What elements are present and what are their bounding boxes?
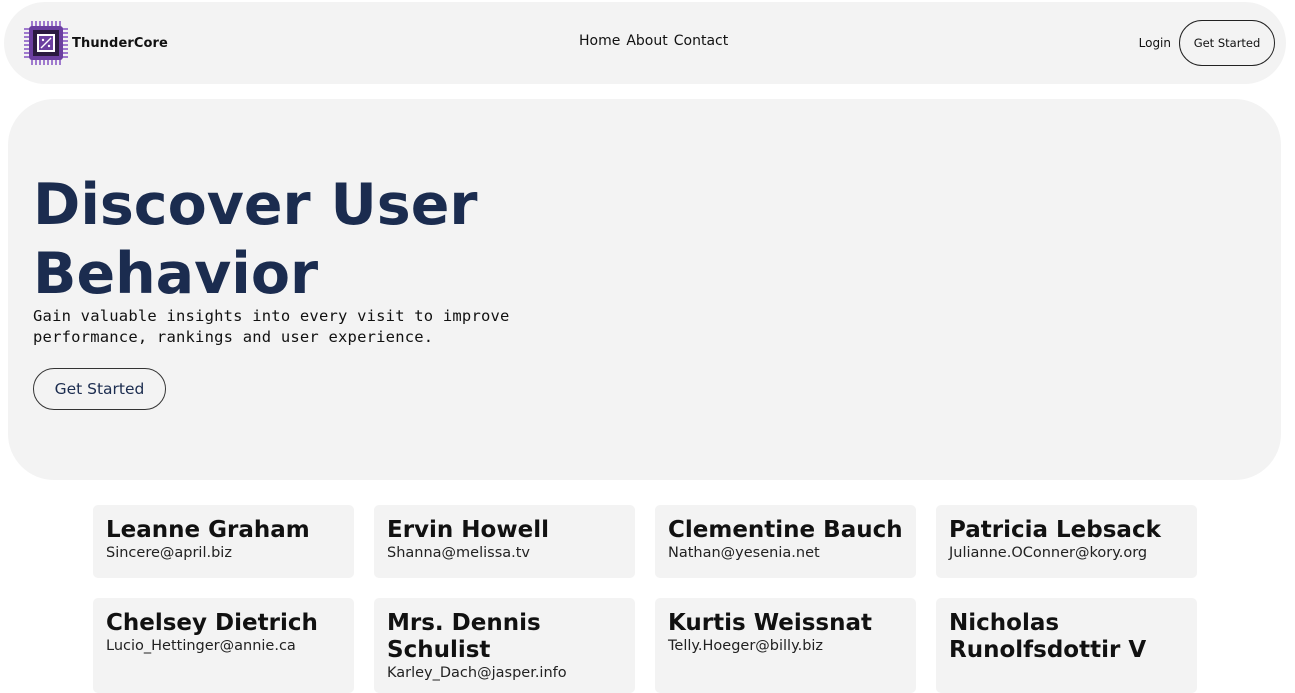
user-card[interactable]: Patricia Lebsack Julianne.OConner@kory.o… xyxy=(936,505,1197,578)
hero-section: Discover User Behavior Gain valuable ins… xyxy=(8,99,1281,480)
nav-get-started-button[interactable]: Get Started xyxy=(1179,20,1275,66)
user-email: Shanna@melissa.tv xyxy=(387,545,531,561)
brand[interactable]: ThunderCore xyxy=(22,19,168,67)
user-email: Karley_Dach@jasper.info xyxy=(387,665,567,681)
user-email: Lucio_Hettinger@annie.ca xyxy=(106,638,296,654)
user-card-grid: Leanne Graham Sincere@april.biz Ervin Ho… xyxy=(93,505,1197,693)
user-card[interactable]: Clementine Bauch Nathan@yesenia.net xyxy=(655,505,916,578)
hero-title-line-1: Discover User xyxy=(33,172,478,238)
user-name: Ervin Howell xyxy=(387,517,549,543)
user-card[interactable]: Kurtis Weissnat Telly.Hoeger@billy.biz xyxy=(655,598,916,693)
user-email: Telly.Hoeger@billy.biz xyxy=(668,638,824,654)
user-email: Nathan@yesenia.net xyxy=(668,545,820,561)
nav-links: Home About Contact xyxy=(579,33,734,49)
nav-link-contact[interactable]: Contact xyxy=(674,33,728,49)
user-card[interactable]: Leanne Graham Sincere@april.biz xyxy=(93,505,354,578)
user-name: Patricia Lebsack xyxy=(949,517,1161,543)
brand-name: ThunderCore xyxy=(72,35,168,51)
user-name: Chelsey Dietrich xyxy=(106,610,318,636)
user-email: Sincere@april.biz xyxy=(106,545,232,561)
user-card[interactable]: Ervin Howell Shanna@melissa.tv xyxy=(374,505,635,578)
user-name: Nicholas Runolfsdottir V xyxy=(949,610,1147,663)
nav-link-about[interactable]: About xyxy=(626,33,667,49)
user-name: Kurtis Weissnat xyxy=(668,610,873,636)
cpu-chip-icon xyxy=(24,21,68,65)
hero-subtitle: Gain valuable insights into every visit … xyxy=(33,307,510,346)
user-name: Clementine Bauch xyxy=(668,517,903,543)
user-email: Julianne.OConner@kory.org xyxy=(949,545,1148,561)
nav-actions: Login Get Started xyxy=(1139,20,1275,66)
user-card[interactable]: Chelsey Dietrich Lucio_Hettinger@annie.c… xyxy=(93,598,354,693)
nav-link-home[interactable]: Home xyxy=(579,33,620,49)
login-link[interactable]: Login xyxy=(1139,36,1171,50)
user-name: Leanne Graham xyxy=(106,517,310,543)
hero-title: Discover User Behavior xyxy=(33,171,513,309)
hero-get-started-button[interactable]: Get Started xyxy=(33,368,166,410)
user-card[interactable]: Nicholas Runolfsdottir V xyxy=(936,598,1197,693)
navbar: ThunderCore Home About Contact Login Get… xyxy=(4,2,1286,84)
user-name: Mrs. Dennis Schulist xyxy=(387,610,541,663)
user-card[interactable]: Mrs. Dennis Schulist Karley_Dach@jasper.… xyxy=(374,598,635,693)
hero-title-line-2: Behavior xyxy=(33,241,319,307)
